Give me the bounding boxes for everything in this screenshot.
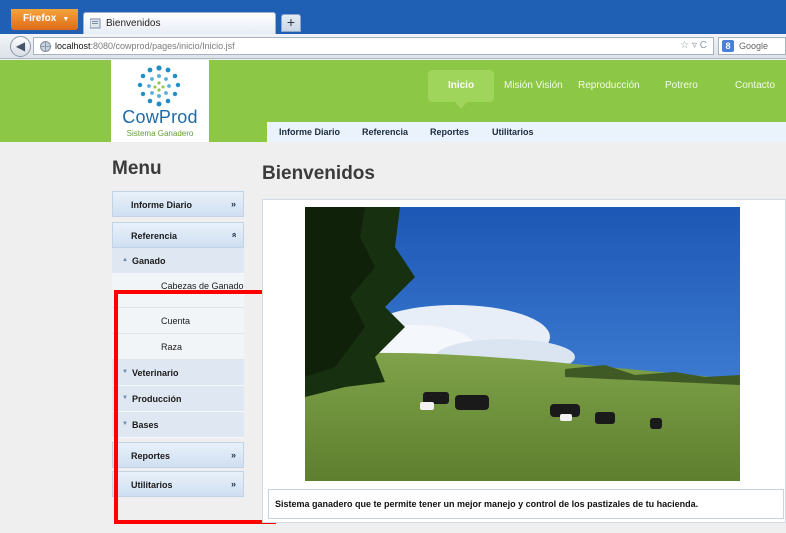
welcome-caption: Sistema ganadero que te permite tener un…	[268, 489, 784, 519]
nav-contacto[interactable]: Contacto	[735, 80, 775, 91]
nav-potrero[interactable]: Potrero	[665, 80, 698, 91]
subnav-referencia[interactable]: Referencia	[362, 127, 408, 137]
subnav-utilitarios[interactable]: Utilitarios	[492, 127, 534, 137]
nav-reproduccion[interactable]: Reproducción	[578, 80, 640, 91]
menu-title: Menu	[112, 158, 162, 179]
subnav-informe-diario[interactable]: Informe Diario	[279, 127, 340, 137]
nav-mision-vision[interactable]: Misión Visión	[504, 80, 563, 91]
search-placeholder: Google	[739, 41, 769, 51]
logo-subtitle: Sistema Ganadero	[126, 129, 194, 138]
google-icon: 8	[722, 40, 734, 52]
url-path: :8080/cowprod/pages/inicio/Inicio.jsf	[90, 41, 235, 51]
menu-informe-diario[interactable]: Informe Diario »	[112, 191, 244, 217]
back-arrow-icon[interactable]: ◀	[10, 36, 31, 57]
highlight-annotation-box	[114, 290, 276, 524]
menu-informe-diario-label: Informe Diario	[131, 200, 193, 210]
tab-title: Bienvenidos	[106, 18, 161, 29]
logo-title: CowProd	[122, 107, 198, 127]
globe-icon	[40, 41, 51, 52]
page-title: Bienvenidos	[262, 163, 375, 184]
sub-navigation: Informe Diario Referencia Reportes Utili…	[267, 122, 786, 142]
browser-tab[interactable]: Bienvenidos	[83, 12, 276, 34]
menu-ganado-label: Ganado	[132, 256, 166, 266]
new-tab-button[interactable]: +	[281, 14, 301, 32]
firefox-menu-button[interactable]: Firefox ▼	[11, 9, 78, 30]
url-host: localhost	[55, 41, 91, 51]
search-box[interactable]: 8 Google	[718, 37, 786, 55]
menu-referencia[interactable]: Referencia »	[112, 222, 244, 248]
dropdown-arrow-icon: ▼	[62, 16, 70, 23]
browser-navigation-bar: ◀ localhost:8080/cowprod/pages/inicio/In…	[0, 34, 786, 59]
subnav-reportes[interactable]: Reportes	[430, 127, 469, 137]
nav-inicio[interactable]: Inicio	[428, 70, 494, 109]
browser-tab-strip: Firefox ▼ Bienvenidos +	[0, 0, 786, 34]
page-favicon-icon	[90, 18, 101, 29]
logo-dots-icon	[137, 65, 181, 107]
triangle-up-icon: ▲	[122, 257, 128, 263]
bookmark-star-icon[interactable]: ☆ ▿ C	[680, 40, 707, 51]
chevron-down-icon: »	[230, 199, 236, 209]
firefox-menu-label: Firefox	[23, 13, 57, 24]
address-bar[interactable]: localhost:8080/cowprod/pages/inicio/Inic…	[33, 37, 714, 55]
cowprod-logo[interactable]: CowProd Sistema Ganadero	[111, 60, 209, 142]
pasture-cattle-photo	[305, 207, 740, 481]
menu-referencia-label: Referencia	[131, 231, 178, 241]
chevron-up-icon: »	[228, 232, 239, 238]
menu-ganado[interactable]: ▲ Ganado	[112, 248, 244, 274]
